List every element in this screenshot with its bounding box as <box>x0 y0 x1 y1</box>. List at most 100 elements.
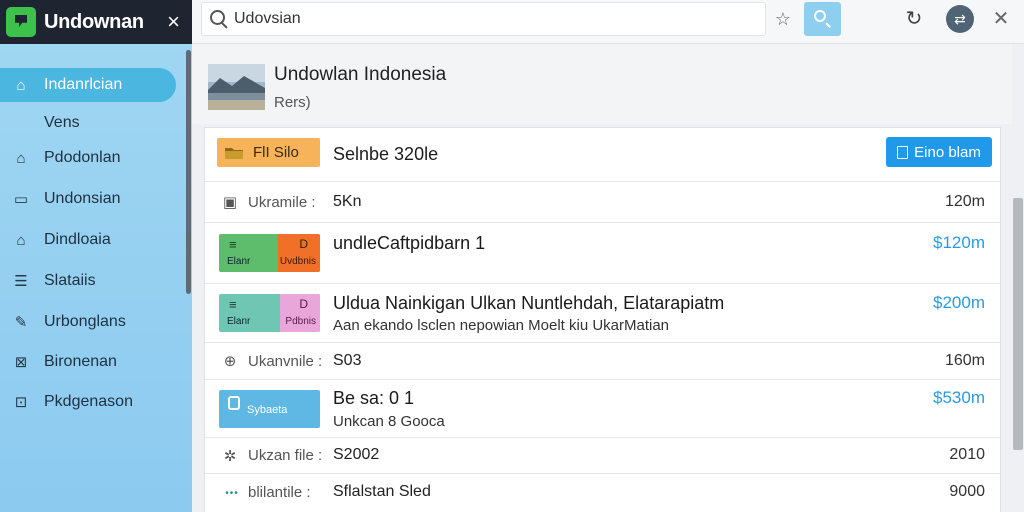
sidebar-item-label: Bironenan <box>44 353 117 370</box>
menu-icon: ≡ <box>229 297 237 312</box>
thumb-left-label: Elanr <box>227 316 251 327</box>
sidebar-item-label: Dindloaia <box>44 231 111 248</box>
item-thumbnail: Sybaeta <box>219 390 320 428</box>
sync-icon[interactable]: ⇄ <box>946 5 974 33</box>
sidebar-item-4[interactable]: ☰ Slataiis <box>0 264 176 298</box>
thumb-right-label: Uvdbnis <box>279 256 316 267</box>
menu-icon: ≡ <box>229 237 237 252</box>
list-item[interactable]: ≡ D Elanr Uvdbnis undleCaftpidbarn 1 $12… <box>205 223 1000 284</box>
search-button[interactable] <box>804 2 841 36</box>
top-toolbar: ☆ ↻ ⇄ ✕ <box>192 0 1024 44</box>
item-price: $200m <box>933 293 985 312</box>
sidebar: ⌂ Indanrlcian Vens ⌂ Pdodonlan ▭ Undonsi… <box>0 44 192 512</box>
file-tag-button[interactable]: FlΙ Silo <box>217 138 320 167</box>
thumb-right-label: Pdbnis <box>285 316 316 327</box>
search-icon <box>206 6 232 32</box>
meta-right-value: 160m <box>944 352 985 369</box>
sidebar-item-label: Undonsian <box>44 190 121 207</box>
list-item[interactable]: Sybaeta Be sa: 0 1 Unkcan 8 Gooca $530m <box>205 380 1000 438</box>
item-thumbnail: ≡ D Elanr Pdbnis <box>219 294 320 332</box>
meta-label: Ukzan file : <box>248 447 323 464</box>
thumb-label: Sybaeta <box>247 404 288 416</box>
settings-icon: ✲ <box>223 448 237 465</box>
gear-icon: ⊕ <box>223 353 237 370</box>
meta-right-value: 120m <box>944 193 985 210</box>
refresh-icon[interactable]: ↻ <box>902 7 926 31</box>
thumb-right-glyph: D <box>299 297 308 311</box>
main-content: Undowlan Indonesia Rers) FlΙ Silo Selnbe… <box>192 44 1024 512</box>
details-panel: FlΙ Silo Selnbe 320le Eino blam ▣ Ukrami… <box>204 127 1001 512</box>
meta-label: Ukanvnile : <box>248 353 323 370</box>
sidebar-subitem[interactable]: Vens <box>44 114 80 132</box>
app-title: Undownan <box>44 10 144 33</box>
window-icon: ▭ <box>13 191 29 208</box>
brand-header: Undownan × <box>0 0 192 44</box>
home-icon: ⌂ <box>16 76 26 94</box>
building-icon: ⌂ <box>16 231 26 249</box>
meta-row: ▣ Ukramile : 5Kn 120m <box>205 182 1000 223</box>
file-icon: ▣ <box>222 194 238 211</box>
meta-right-value: 2010 <box>949 446 985 463</box>
sidebar-item-7[interactable]: ⊡ Pkdgenason <box>0 385 176 419</box>
meta-row: ⊕ Ukanvnile : S03 160m <box>205 343 1000 380</box>
meta-value: S03 <box>333 352 362 369</box>
close-icon[interactable]: ✕ <box>989 6 1013 32</box>
meta-value: Sflalstan Sled <box>333 483 431 500</box>
meta-row: ✲ Ukzan file : S2002 2010 <box>205 438 1000 474</box>
panel-title: Selnbe 320le <box>333 144 439 164</box>
sidebar-item-label: Indanrlcian <box>44 76 123 93</box>
sidebar-item-1[interactable]: ⌂ Pdodonlan <box>0 141 176 175</box>
panel-header: FlΙ Silo Selnbe 320le Eino blam <box>205 128 1000 182</box>
meta-right-value: 9000 <box>949 483 985 500</box>
sidebar-item-label: Pkdgenason <box>44 393 133 410</box>
primary-action-label: Eino blam <box>914 143 981 161</box>
item-description: Aan ekando lsclen nepowian Moelt kiu Uka… <box>333 317 670 334</box>
list-icon: ☰ <box>14 273 28 290</box>
sidebar-item-label: Pdodonlan <box>44 149 121 166</box>
meta-label: blilantile : <box>248 484 311 501</box>
brand-close-icon[interactable]: × <box>167 11 180 33</box>
main-scrollbar[interactable] <box>1013 198 1023 450</box>
meta-value: S2002 <box>333 446 380 463</box>
item-title: Be sa: 0 1 <box>333 388 415 408</box>
sidebar-scrollbar[interactable] <box>186 50 191 294</box>
lock-icon <box>228 396 240 410</box>
file-tag-label: FlΙ Silo <box>253 144 299 161</box>
document-icon <box>897 145 909 159</box>
folder-icon <box>225 147 243 159</box>
item-title: Uldua Nainkigan Ulkan Nuntlehdah, Elatar… <box>333 293 725 313</box>
page-title: Undowlan Indonesia <box>274 64 447 85</box>
app-logo-icon <box>6 7 36 37</box>
meta-label: Ukramile : <box>248 194 316 211</box>
sidebar-item-label: Urbonglans <box>44 313 126 330</box>
sidebar-item-3[interactable]: ⌂ Dindloaia <box>0 223 176 257</box>
list-item[interactable]: ≡ D Elanr Pdbnis Uldua Nainkigan Ulkan N… <box>205 284 1000 343</box>
thumb-right-glyph: D <box>299 237 308 251</box>
item-description: Unkcan 8 Gooca <box>333 413 445 430</box>
dots-icon: ••• <box>225 487 239 499</box>
page-subtitle: Rers) <box>274 94 311 111</box>
item-thumbnail: ≡ D Elanr Uvdbnis <box>219 234 320 272</box>
star-icon[interactable]: ☆ <box>770 6 796 32</box>
item-price: $530m <box>933 388 985 407</box>
search-button-icon <box>814 10 826 22</box>
meta-row: ••• blilantile : Sflalstan Sled 9000 <box>205 474 1000 512</box>
house-icon: ⌂ <box>16 149 26 167</box>
item-title: undleCaftpidbarn 1 <box>333 233 486 253</box>
wrench-icon: ✎ <box>14 314 28 331</box>
sidebar-item-2[interactable]: ▭ Undonsian <box>0 182 176 216</box>
meta-value: 5Kn <box>333 193 362 210</box>
header-thumbnail <box>208 64 265 110</box>
search-box <box>201 2 766 36</box>
item-price: $120m <box>933 233 985 252</box>
sidebar-item-label: Slataiis <box>44 272 96 289</box>
close-box-icon: ⊠ <box>14 354 28 371</box>
page-header: Undowlan Indonesia Rers) <box>192 44 1012 124</box>
lock-icon: ⊡ <box>14 394 28 411</box>
primary-action-button[interactable]: Eino blam <box>886 137 992 167</box>
thumb-left-label: Elanr <box>227 256 251 267</box>
sidebar-item-6[interactable]: ⊠ Bironenan <box>0 345 176 379</box>
sidebar-item-5[interactable]: ✎ Urbonglans <box>0 305 176 339</box>
search-input[interactable] <box>232 4 765 34</box>
sidebar-item-0[interactable]: ⌂ Indanrlcian <box>0 68 176 102</box>
